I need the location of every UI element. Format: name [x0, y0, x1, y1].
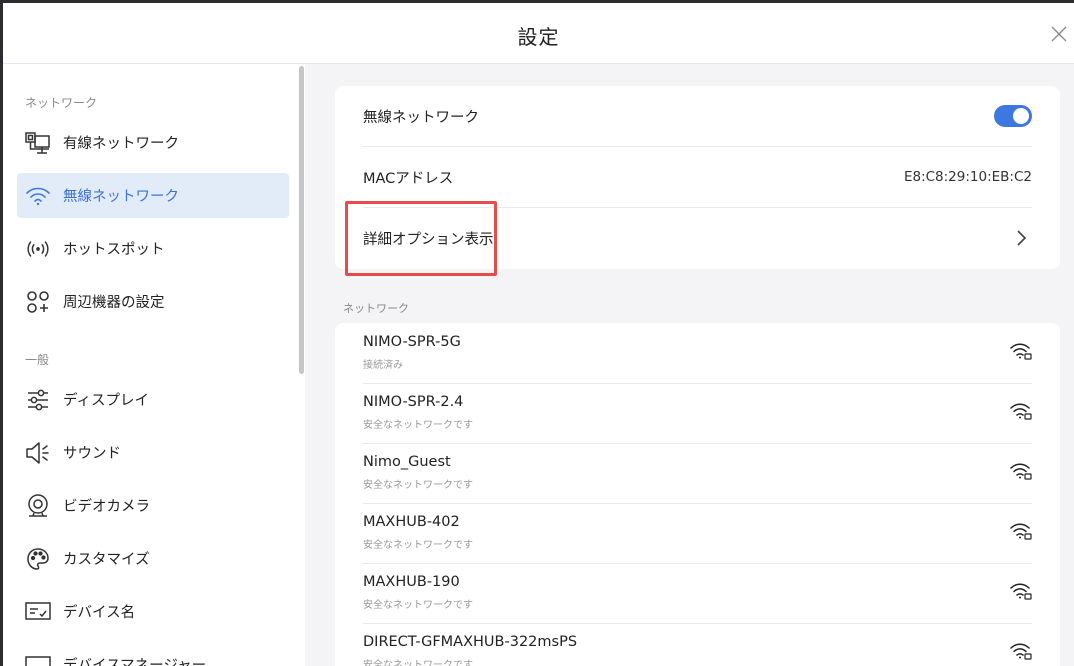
- sidebar-item-label: ホットスポット: [63, 242, 165, 258]
- sidebar-section-network: ネットワーク: [25, 96, 98, 110]
- wireless-settings-card: 無線ネットワーク MACアドレス E8:C8:29:10:EB:C2 詳細オプシ…: [335, 86, 1060, 269]
- sidebar: ネットワーク 有線ネットワーク 無線ネットワーク ホットスポット 周辺機器の設定…: [3, 64, 305, 666]
- palette-icon: [25, 546, 51, 572]
- network-status: 安全なネットワークです: [363, 660, 473, 666]
- network-name: NIMO-SPR-5G: [363, 334, 461, 350]
- network-status: 安全なネットワークです: [363, 420, 473, 431]
- mac-address-value: E8:C8:29:10:EB:C2: [903, 169, 1032, 185]
- speaker-icon: [25, 440, 51, 466]
- hotspot-icon: [25, 236, 51, 262]
- peripherals-icon: [25, 289, 51, 315]
- window-title: 設定: [517, 25, 560, 49]
- sidebar-item-device-name[interactable]: デバイス名: [17, 589, 289, 634]
- network-status: 安全なネットワークです: [363, 540, 473, 551]
- webcam-icon: [25, 493, 51, 519]
- wifi-locked-icon: [1010, 643, 1032, 660]
- network-name: NIMO-SPR-2.4: [363, 394, 464, 410]
- sidebar-item-display[interactable]: ディスプレイ: [17, 377, 289, 422]
- wifi-icon: [25, 183, 51, 209]
- network-list-card: NIMO-SPR-5G 接続済み NIMO-SPR-2.4 安全なネットワークで…: [335, 323, 1060, 666]
- sidebar-item-hotspot[interactable]: ホットスポット: [17, 226, 289, 271]
- sidebar-item-peripherals[interactable]: 周辺機器の設定: [17, 279, 289, 324]
- network-name: MAXHUB-402: [363, 514, 460, 530]
- network-item[interactable]: Nimo_Guest 安全なネットワークです: [363, 443, 1032, 504]
- wifi-locked-icon: [1010, 463, 1032, 480]
- sidebar-item-label: デバイスマネージャー: [63, 658, 207, 666]
- wireless-toggle-row: 無線ネットワーク: [363, 86, 1032, 147]
- advanced-options-row[interactable]: 詳細オプション表示: [363, 208, 1032, 268]
- close-button[interactable]: [1048, 23, 1070, 45]
- network-name: DIRECT-GFMAXHUB-322msPS: [363, 634, 578, 650]
- device-manager-icon: [25, 652, 51, 666]
- chevron-right-icon: [1017, 230, 1027, 246]
- toggle-knob: [1013, 108, 1029, 124]
- sidebar-scrollbar[interactable]: [299, 66, 304, 374]
- advanced-options-label: 詳細オプション表示: [363, 232, 494, 248]
- network-item[interactable]: NIMO-SPR-5G 接続済み: [363, 323, 1032, 384]
- wifi-locked-icon: [1010, 523, 1032, 540]
- sidebar-item-label: デバイス名: [63, 605, 136, 621]
- sidebar-item-label: 有線ネットワーク: [63, 136, 179, 152]
- mac-address-row: MACアドレス E8:C8:29:10:EB:C2: [363, 147, 1032, 208]
- sidebar-item-device-manager[interactable]: デバイスマネージャー: [17, 642, 289, 666]
- sidebar-item-sound[interactable]: サウンド: [17, 430, 289, 475]
- sidebar-item-customize[interactable]: カスタマイズ: [17, 536, 289, 581]
- sidebar-item-wireless-network[interactable]: 無線ネットワーク: [17, 173, 289, 218]
- network-status: 接続済み: [363, 360, 403, 371]
- main-panel: 無線ネットワーク MACアドレス E8:C8:29:10:EB:C2 詳細オプシ…: [305, 64, 1074, 666]
- sidebar-item-label: ディスプレイ: [63, 393, 149, 409]
- close-icon: [1051, 26, 1067, 42]
- sidebar-item-wired-network[interactable]: 有線ネットワーク: [17, 120, 289, 165]
- wired-network-icon: [25, 130, 51, 156]
- network-name: Nimo_Guest: [363, 454, 451, 470]
- settings-window: 設定 ネットワーク 有線ネットワーク 無線ネットワーク ホットスポット 周辺機器…: [3, 3, 1074, 666]
- network-item[interactable]: DIRECT-GFMAXHUB-322msPS 安全なネットワークです: [363, 623, 1032, 666]
- title-bar: 設定: [3, 3, 1074, 64]
- network-item[interactable]: NIMO-SPR-2.4 安全なネットワークです: [363, 383, 1032, 444]
- sidebar-section-general: 一般: [25, 353, 50, 367]
- network-status: 安全なネットワークです: [363, 600, 473, 611]
- mac-address-label: MACアドレス: [363, 171, 454, 187]
- sidebar-item-label: サウンド: [63, 446, 121, 462]
- sliders-icon: [25, 387, 51, 413]
- sidebar-item-label: カスタマイズ: [63, 552, 150, 568]
- network-name: MAXHUB-190: [363, 574, 460, 590]
- device-name-icon: [25, 599, 51, 625]
- network-item[interactable]: MAXHUB-190 安全なネットワークです: [363, 563, 1032, 624]
- sidebar-item-label: ビデオカメラ: [63, 499, 150, 515]
- network-status: 安全なネットワークです: [363, 480, 473, 491]
- wifi-locked-icon: [1010, 583, 1032, 600]
- wifi-locked-icon: [1010, 403, 1032, 420]
- networks-section-label: ネットワーク: [343, 302, 409, 315]
- wireless-toggle[interactable]: [994, 105, 1032, 127]
- sidebar-item-label: 周辺機器の設定: [63, 295, 165, 311]
- sidebar-item-label: 無線ネットワーク: [63, 189, 179, 205]
- sidebar-item-video-camera[interactable]: ビデオカメラ: [17, 483, 289, 528]
- wireless-toggle-label: 無線ネットワーク: [363, 110, 479, 126]
- network-item[interactable]: MAXHUB-402 安全なネットワークです: [363, 503, 1032, 564]
- wifi-locked-icon: [1010, 343, 1032, 360]
